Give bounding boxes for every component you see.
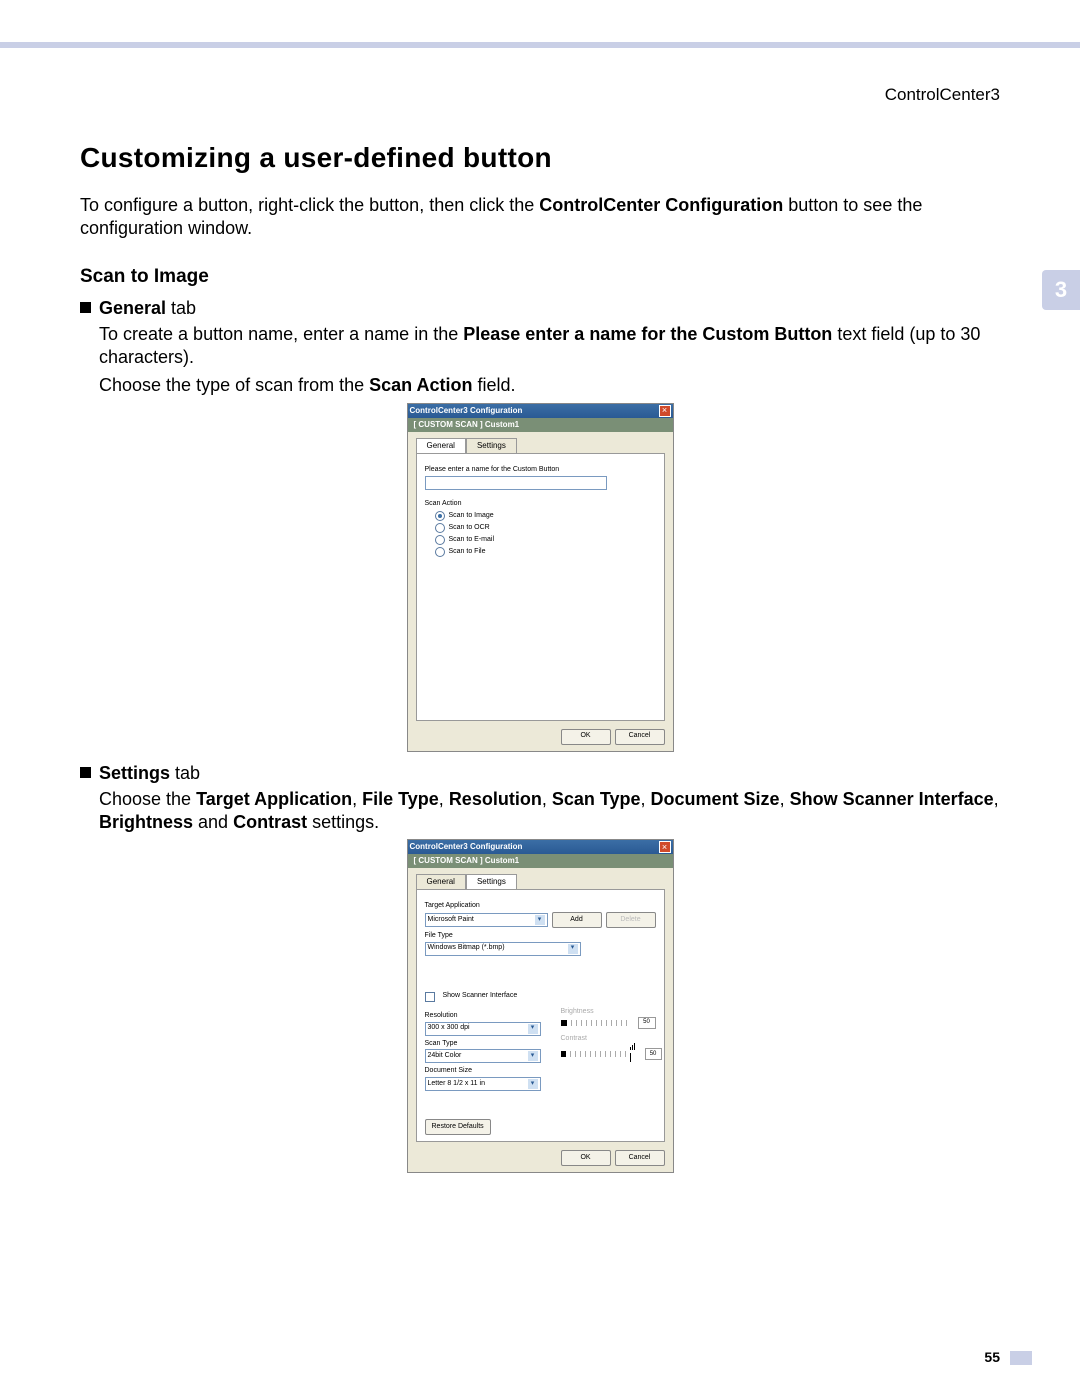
show-scanner-interface-checkbox[interactable]: Show Scanner Interface — [425, 992, 656, 1002]
intro-pre: To configure a button, right-click the b… — [80, 195, 539, 215]
close-icon[interactable]: × — [659, 405, 671, 417]
dialog-titlebar: ControlCenter3 Configuration × — [408, 840, 673, 854]
dialog-title: ControlCenter3 Configuration — [410, 842, 523, 852]
settings-desc: Choose the Target Application, File Type… — [99, 788, 1000, 833]
intro-paragraph: To configure a button, right-click the b… — [80, 194, 1000, 239]
dialog-subheader: [ CUSTOM SCAN ] Custom1 — [408, 854, 673, 868]
chevron-down-icon — [528, 1051, 538, 1061]
bullet-settings: Settings tab — [80, 762, 1000, 785]
label-contrast: Contrast — [561, 1035, 662, 1044]
radio-scan-to-image[interactable]: Scan to Image — [435, 511, 656, 521]
label-target-app: Target Application — [425, 902, 656, 911]
tab-settings[interactable]: Settings — [466, 438, 517, 453]
label-brightness: Brightness — [561, 1008, 662, 1017]
chevron-down-icon — [528, 1024, 538, 1034]
general-desc-1: To create a button name, enter a name in… — [99, 323, 1000, 368]
label-file-type: File Type — [425, 932, 656, 941]
delete-button[interactable]: Delete — [606, 912, 656, 928]
label-scan-type: Scan Type — [425, 1040, 541, 1049]
slider-track — [571, 1020, 631, 1026]
tab-strip: General Settings — [416, 874, 665, 889]
radio-scan-to-file[interactable]: Scan to File — [435, 547, 656, 557]
add-button[interactable]: Add — [552, 912, 602, 928]
close-icon[interactable]: × — [659, 841, 671, 853]
slider-track — [570, 1051, 626, 1057]
resolution-select[interactable]: 300 x 300 dpi — [425, 1022, 541, 1036]
dialog-subheader: [ CUSTOM SCAN ] Custom1 — [408, 418, 673, 432]
chevron-down-icon — [528, 1079, 538, 1089]
radio-icon — [435, 511, 445, 521]
cancel-button[interactable]: Cancel — [615, 1150, 665, 1166]
tab-settings[interactable]: Settings — [466, 874, 517, 889]
tab-general[interactable]: General — [416, 438, 466, 453]
scan-type-select[interactable]: 24bit Color — [425, 1049, 541, 1063]
general-bold: General — [99, 298, 166, 318]
brightness-value[interactable]: 50 — [638, 1017, 656, 1029]
settings-rest: tab — [170, 763, 200, 783]
radio-scan-to-email[interactable]: Scan to E-mail — [435, 535, 656, 545]
file-type-select[interactable]: Windows Bitmap (*.bmp) — [425, 942, 581, 956]
tab-pane-settings: Target Application Microsoft Paint Add D… — [416, 889, 665, 1142]
document-size-select[interactable]: Letter 8 1/2 x 11 in — [425, 1077, 541, 1091]
label-document-size: Document Size — [425, 1067, 541, 1076]
slider-knob-icon — [561, 1051, 567, 1057]
contrast-value[interactable]: 50 — [645, 1048, 662, 1060]
radio-icon — [435, 535, 445, 545]
slider-knob-icon — [561, 1020, 567, 1026]
intro-bold: ControlCenter Configuration — [539, 195, 783, 215]
page-number: 55 — [984, 1349, 1000, 1365]
label-name: Please enter a name for the Custom Butto… — [425, 466, 656, 475]
page-top-bar — [0, 42, 1080, 48]
checkbox-icon — [425, 992, 435, 1002]
tab-pane-general: Please enter a name for the Custom Butto… — [416, 453, 665, 721]
header-product-name: ControlCenter3 — [885, 85, 1000, 105]
radio-icon — [435, 523, 445, 533]
contrast-slider[interactable]: 50 — [561, 1043, 662, 1065]
dialog-settings: ControlCenter3 Configuration × [ CUSTOM … — [407, 839, 674, 1173]
bullet-general: General tab — [80, 297, 1000, 320]
radio-icon — [435, 547, 445, 557]
ok-button[interactable]: OK — [561, 1150, 611, 1166]
tab-strip: General Settings — [416, 438, 665, 453]
page-title: Customizing a user-defined button — [80, 142, 552, 174]
square-bullet-icon — [80, 302, 91, 313]
page-number-bar — [1010, 1351, 1032, 1365]
custom-button-name-input[interactable] — [425, 476, 607, 490]
chapter-tab: 3 — [1042, 270, 1080, 310]
restore-defaults-button[interactable]: Restore Defaults — [425, 1119, 491, 1135]
ok-button[interactable]: OK — [561, 729, 611, 745]
chevron-down-icon — [568, 944, 578, 954]
dialog-titlebar: ControlCenter3 Configuration × — [408, 404, 673, 418]
dialog-general: ControlCenter3 Configuration × [ CUSTOM … — [407, 403, 674, 752]
contrast-bars-icon — [630, 1043, 637, 1065]
label-scan-action: Scan Action — [425, 500, 656, 509]
settings-bold: Settings — [99, 763, 170, 783]
dialog-title: ControlCenter3 Configuration — [410, 406, 523, 416]
general-desc-2: Choose the type of scan from the Scan Ac… — [99, 374, 1000, 397]
general-rest: tab — [166, 298, 196, 318]
cancel-button[interactable]: Cancel — [615, 729, 665, 745]
brightness-slider[interactable]: 50 — [561, 1017, 662, 1029]
square-bullet-icon — [80, 767, 91, 778]
tab-general[interactable]: General — [416, 874, 466, 889]
chevron-down-icon — [535, 915, 545, 925]
target-application-select[interactable]: Microsoft Paint — [425, 913, 548, 927]
label-resolution: Resolution — [425, 1012, 541, 1021]
section-heading: Scan to Image — [80, 265, 1000, 289]
radio-scan-to-ocr[interactable]: Scan to OCR — [435, 523, 656, 533]
